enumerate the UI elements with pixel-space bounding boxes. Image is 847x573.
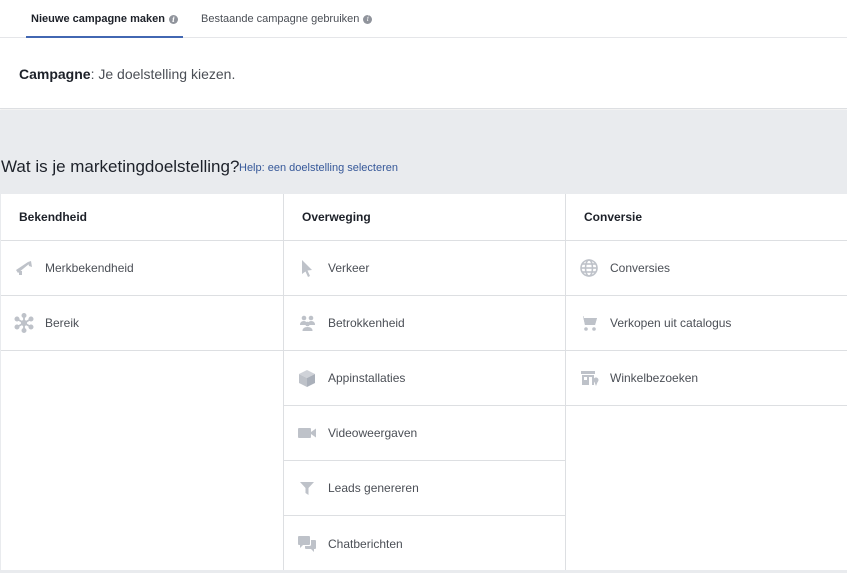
objective-question: Wat is je marketingdoelstelling? [1, 157, 240, 176]
globe-icon [579, 258, 599, 278]
campaign-label: Campagne [19, 66, 91, 82]
objective-label: Merkbekendheid [45, 261, 134, 275]
objective-label: Bereik [45, 316, 80, 330]
video-camera-icon [297, 423, 317, 443]
objective-label: Betrokkenheid [328, 316, 405, 330]
column-header: Bekendheid [1, 194, 283, 241]
objective-label: Verkeer [328, 261, 370, 275]
objective-messages[interactable]: Chatberichten [284, 516, 565, 571]
people-icon [297, 313, 317, 333]
objective-reach[interactable]: Bereik [1, 296, 283, 351]
objective-store-visits[interactable]: Winkelbezoeken [566, 351, 847, 406]
help-link[interactable]: Help: een doelstelling selecteren [239, 162, 398, 174]
objective-catalog-sales[interactable]: Verkopen uit catalogus [566, 296, 847, 351]
campaign-step-line: Campagne: Je doelstelling kiezen. [19, 66, 235, 82]
objective-conversions[interactable]: Conversies [566, 241, 847, 296]
tab-new-campaign[interactable]: Nieuwe campagne maken i [26, 0, 183, 39]
tab-existing-campaign-label: Bestaande campagne gebruiken [201, 13, 360, 25]
column-consideration: Overweging Verkeer Betrokkenheid Appinst… [284, 194, 566, 570]
objective-app-installs[interactable]: Appinstallaties [284, 351, 565, 406]
objective-video-views[interactable]: Videoweergaven [284, 406, 565, 461]
campaign-step-text: : Je doelstelling kiezen. [90, 66, 236, 82]
campaign-tabs: Nieuwe campagne maken i Bestaande campag… [0, 0, 847, 39]
cursor-icon [297, 258, 317, 278]
objective-label: Appinstallaties [328, 371, 406, 385]
objective-grid: Bekendheid Merkbekendheid Bereik Overweg… [1, 194, 847, 570]
tab-new-campaign-label: Nieuwe campagne maken [31, 13, 165, 25]
objective-brand-awareness[interactable]: Merkbekendheid [1, 241, 283, 296]
column-header: Overweging [284, 194, 565, 241]
column-awareness: Bekendheid Merkbekendheid Bereik [1, 194, 284, 570]
objective-lead-generation[interactable]: Leads genereren [284, 461, 565, 516]
info-icon[interactable]: i [168, 14, 178, 24]
tab-existing-campaign[interactable]: Bestaande campagne gebruiken i [201, 0, 373, 38]
objective-label: Winkelbezoeken [610, 371, 699, 385]
column-header: Conversie [566, 194, 847, 241]
objective-label: Verkopen uit catalogus [610, 316, 732, 330]
objective-label: Conversies [610, 261, 671, 275]
funnel-icon [297, 478, 317, 498]
chat-bubbles-icon [297, 534, 317, 554]
objective-traffic[interactable]: Verkeer [284, 241, 565, 296]
info-icon[interactable]: i [363, 14, 373, 24]
objective-label: Chatberichten [328, 536, 403, 551]
objective-label: Videoweergaven [328, 426, 418, 440]
objective-engagement[interactable]: Betrokkenheid [284, 296, 565, 351]
campaign-section: Campagne: Je doelstelling kiezen. [0, 38, 847, 109]
store-icon [579, 368, 599, 388]
box-icon [297, 368, 317, 388]
megaphone-icon [14, 258, 34, 278]
cart-icon [579, 313, 599, 333]
reach-asterisk-icon [14, 313, 34, 333]
column-conversion: Conversie Conversies Verkopen uit catalo… [566, 194, 847, 570]
objective-label: Leads genereren [328, 481, 419, 495]
